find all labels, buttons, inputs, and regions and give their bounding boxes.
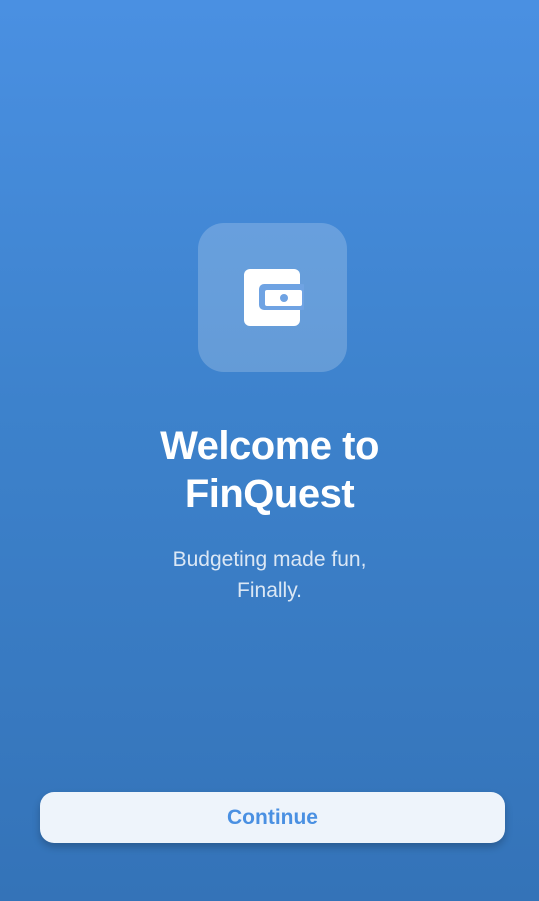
tagline: Budgeting made fun, Finally. [0, 544, 539, 606]
welcome-title-line-1: Welcome to [160, 424, 379, 468]
continue-button[interactable]: Continue [40, 792, 505, 843]
welcome-title: Welcome to FinQuest [0, 422, 539, 518]
app-logo-tile [198, 223, 347, 372]
tagline-line-2: Finally. [237, 579, 302, 602]
wallet-icon [243, 268, 304, 326]
app-name: FinQuest [184, 472, 355, 516]
tagline-line-1: Budgeting made fun, [172, 548, 367, 571]
